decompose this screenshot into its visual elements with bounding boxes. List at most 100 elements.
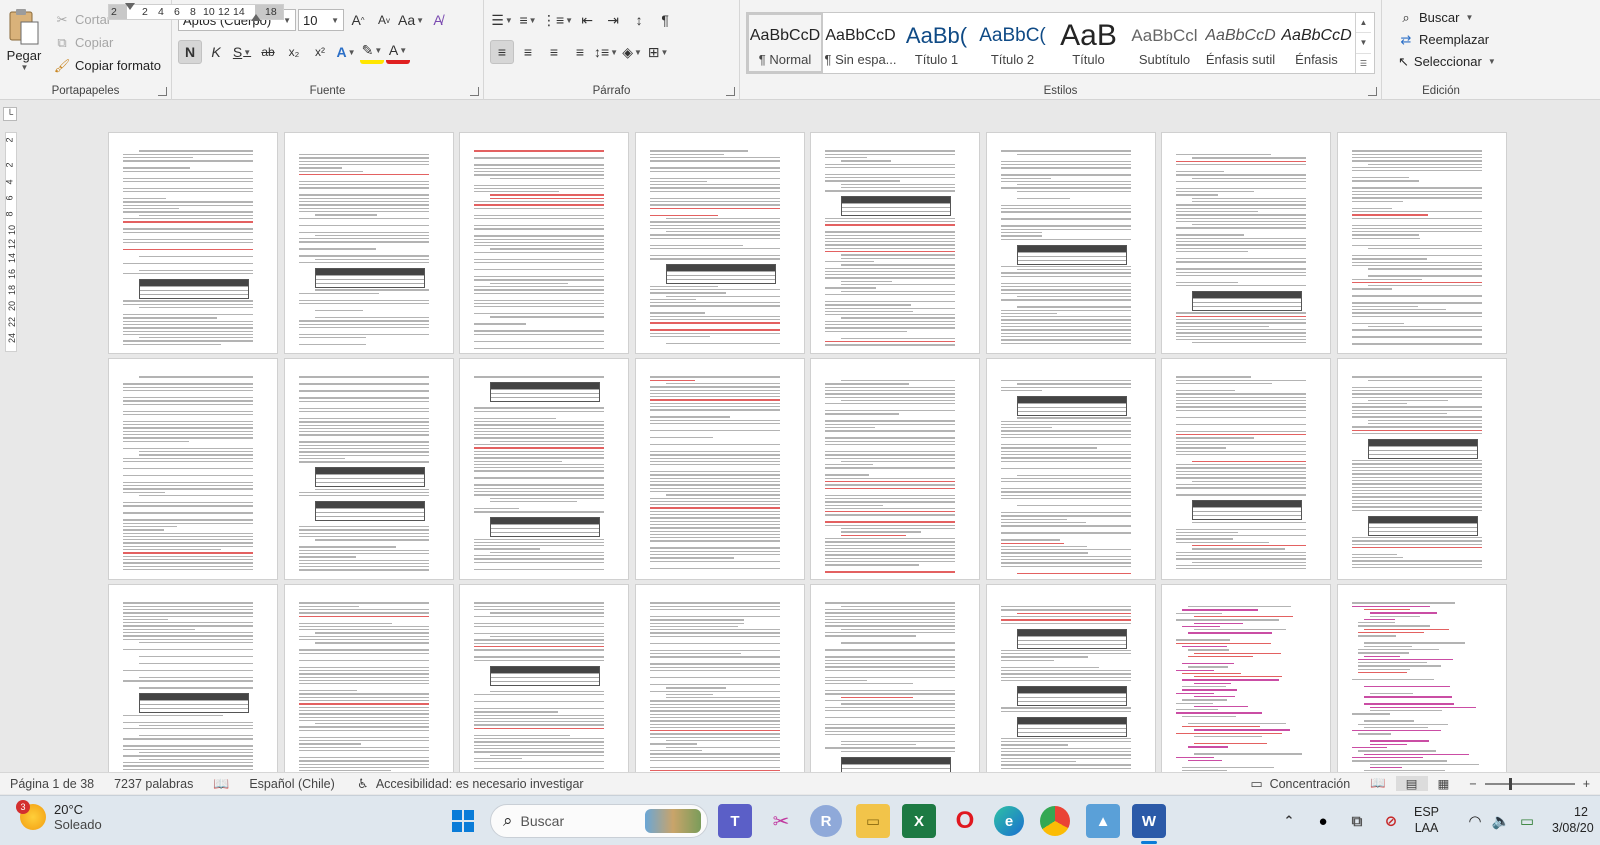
- align-right-icon[interactable]: ≡: [542, 40, 566, 64]
- page-count[interactable]: Página 1 de 38: [0, 777, 104, 791]
- chevron-up-icon[interactable]: ⌃: [1272, 804, 1306, 838]
- document-page[interactable]: [634, 584, 805, 772]
- zoom-slider[interactable]: − +: [1459, 777, 1600, 791]
- document-page[interactable]: [283, 584, 454, 772]
- italic-button[interactable]: K: [204, 40, 228, 64]
- document-page[interactable]: [1336, 584, 1507, 772]
- document-page[interactable]: [1336, 132, 1507, 354]
- photos-icon[interactable]: ▲: [1086, 804, 1120, 838]
- snipping-icon[interactable]: ✂: [764, 804, 798, 838]
- subscript-button[interactable]: x₂: [282, 40, 306, 64]
- underline-button[interactable]: S ▼: [230, 40, 254, 64]
- replace-button[interactable]: ⇄ Reemplazar: [1394, 28, 1494, 50]
- numbering-icon[interactable]: ≡ ▼: [516, 8, 540, 32]
- line-spacing-icon[interactable]: ↕≡ ▼: [594, 40, 618, 64]
- borders-icon[interactable]: ⊞ ▼: [646, 40, 670, 64]
- opera-icon[interactable]: O: [948, 804, 982, 838]
- document-page[interactable]: [1161, 584, 1331, 772]
- justify-icon[interactable]: ≡: [568, 40, 592, 64]
- document-page[interactable]: [985, 132, 1156, 354]
- focus-button[interactable]: ▭ Concentración: [1239, 776, 1361, 792]
- style-no-spacing[interactable]: AaBbCcD ¶ Sin espa...: [823, 13, 899, 73]
- clear-format-icon[interactable]: A̸: [426, 8, 450, 32]
- style-heading-1[interactable]: AaBb( Título 1: [899, 13, 975, 73]
- document-page[interactable]: [985, 358, 1156, 580]
- right-indent-marker-icon[interactable]: [251, 14, 261, 21]
- weather-widget[interactable]: 3 20°C Soleado: [16, 800, 102, 832]
- document-page[interactable]: [283, 132, 454, 354]
- find-button[interactable]: ⌕ Buscar ▼: [1394, 6, 1494, 28]
- bold-button[interactable]: N: [178, 40, 202, 64]
- word-icon[interactable]: W: [1132, 804, 1166, 838]
- taskbar-search[interactable]: ⌕ Buscar: [490, 804, 708, 838]
- document-page[interactable]: [108, 132, 278, 354]
- pilcrow-icon[interactable]: ¶: [653, 8, 677, 32]
- highlighter-icon[interactable]: ✎ ▼: [360, 40, 384, 64]
- shading-icon[interactable]: ◈ ▼: [620, 40, 644, 64]
- document-page[interactable]: [810, 584, 980, 772]
- styles-scroll[interactable]: ▲ ▼ ☰: [1355, 13, 1371, 73]
- file-explorer-icon[interactable]: ▭: [856, 804, 890, 838]
- read-mode-icon[interactable]: 📖: [1360, 776, 1396, 791]
- edge-icon[interactable]: e: [994, 806, 1024, 836]
- superscript-button[interactable]: x²: [308, 40, 332, 64]
- multilevel-list-icon[interactable]: ⋮≡ ▼: [542, 8, 573, 32]
- document-page[interactable]: [1336, 358, 1507, 580]
- clock[interactable]: 12 3/08/20: [1552, 804, 1598, 836]
- align-left-icon[interactable]: ≡: [490, 40, 514, 64]
- select-button[interactable]: ↖ Seleccionar ▼: [1394, 50, 1496, 72]
- document-page[interactable]: [1161, 358, 1331, 580]
- styles-launcher-icon[interactable]: [1368, 87, 1377, 96]
- indent-marker-icon[interactable]: [125, 3, 135, 10]
- r-app-icon[interactable]: R: [810, 805, 842, 837]
- tab-selector-icon[interactable]: └: [3, 107, 17, 121]
- clipboard-launcher-icon[interactable]: [158, 87, 167, 96]
- align-center-icon[interactable]: ≡: [516, 40, 540, 64]
- horizontal-ruler[interactable]: 2 2 4 6 8 10 12 14 18: [108, 3, 284, 21]
- teams-icon[interactable]: T: [718, 804, 752, 838]
- style-normal[interactable]: AaBbCcD ¶ Normal: [747, 13, 823, 73]
- document-page[interactable]: [283, 358, 454, 580]
- document-pages[interactable]: [108, 132, 1540, 772]
- text-effects-icon[interactable]: A ▼: [334, 40, 358, 64]
- battery-icon[interactable]: ▭: [1510, 804, 1544, 838]
- copy-button[interactable]: ⧉ Copiar: [50, 31, 165, 53]
- web-layout-icon[interactable]: ▦: [1428, 776, 1460, 791]
- font-color-icon[interactable]: A ▼: [386, 40, 410, 64]
- document-page[interactable]: [634, 132, 805, 354]
- change-case-button[interactable]: Aa ▼: [398, 8, 424, 32]
- document-page[interactable]: [459, 584, 629, 772]
- document-page[interactable]: [985, 584, 1156, 772]
- grow-font-icon[interactable]: A ^: [346, 8, 370, 32]
- vertical-ruler[interactable]: 2 2 4 6 8 10 12 14 16 18 20 22 24: [5, 132, 17, 352]
- proofing-status[interactable]: 📖: [203, 776, 239, 792]
- language-status[interactable]: Español (Chile): [239, 777, 344, 791]
- document-page[interactable]: [634, 358, 805, 580]
- tray-copy-icon[interactable]: ⧉: [1340, 804, 1374, 838]
- font-size-combo[interactable]: 10 ▼: [298, 9, 344, 31]
- chrome-icon[interactable]: [1040, 806, 1070, 836]
- strikethrough-button[interactable]: ab: [256, 40, 280, 64]
- input-language[interactable]: ESP LAA: [1414, 804, 1439, 836]
- style-heading-2[interactable]: AaBbC( Título 2: [975, 13, 1051, 73]
- document-page[interactable]: [108, 358, 278, 580]
- more-styles-icon[interactable]: ☰: [1356, 54, 1371, 73]
- windows-start-icon[interactable]: [446, 804, 480, 838]
- chevron-down-icon[interactable]: ▼: [1356, 33, 1371, 54]
- shrink-font-icon[interactable]: Av: [372, 8, 396, 32]
- document-page[interactable]: [810, 358, 980, 580]
- style-title[interactable]: AaB Título: [1051, 13, 1127, 73]
- sort-icon[interactable]: ↕: [627, 8, 651, 32]
- font-launcher-icon[interactable]: [470, 87, 479, 96]
- style-emphasis[interactable]: AaBbCcD Énfasis: [1279, 13, 1355, 73]
- accessibility-status[interactable]: ♿ Accesibilidad: es necesario investigar: [345, 776, 594, 792]
- excel-icon[interactable]: X: [902, 804, 936, 838]
- style-subtitle[interactable]: AaBbCcl Subtítulo: [1127, 13, 1203, 73]
- document-page[interactable]: [1161, 132, 1331, 354]
- paste-dropdown-icon[interactable]: ▼: [21, 63, 29, 72]
- chevron-up-icon[interactable]: ▲: [1356, 13, 1371, 34]
- paragraph-launcher-icon[interactable]: [726, 87, 735, 96]
- print-layout-icon[interactable]: ▤: [1395, 776, 1428, 791]
- document-page[interactable]: [810, 132, 980, 354]
- word-count[interactable]: 7237 palabras: [104, 777, 203, 791]
